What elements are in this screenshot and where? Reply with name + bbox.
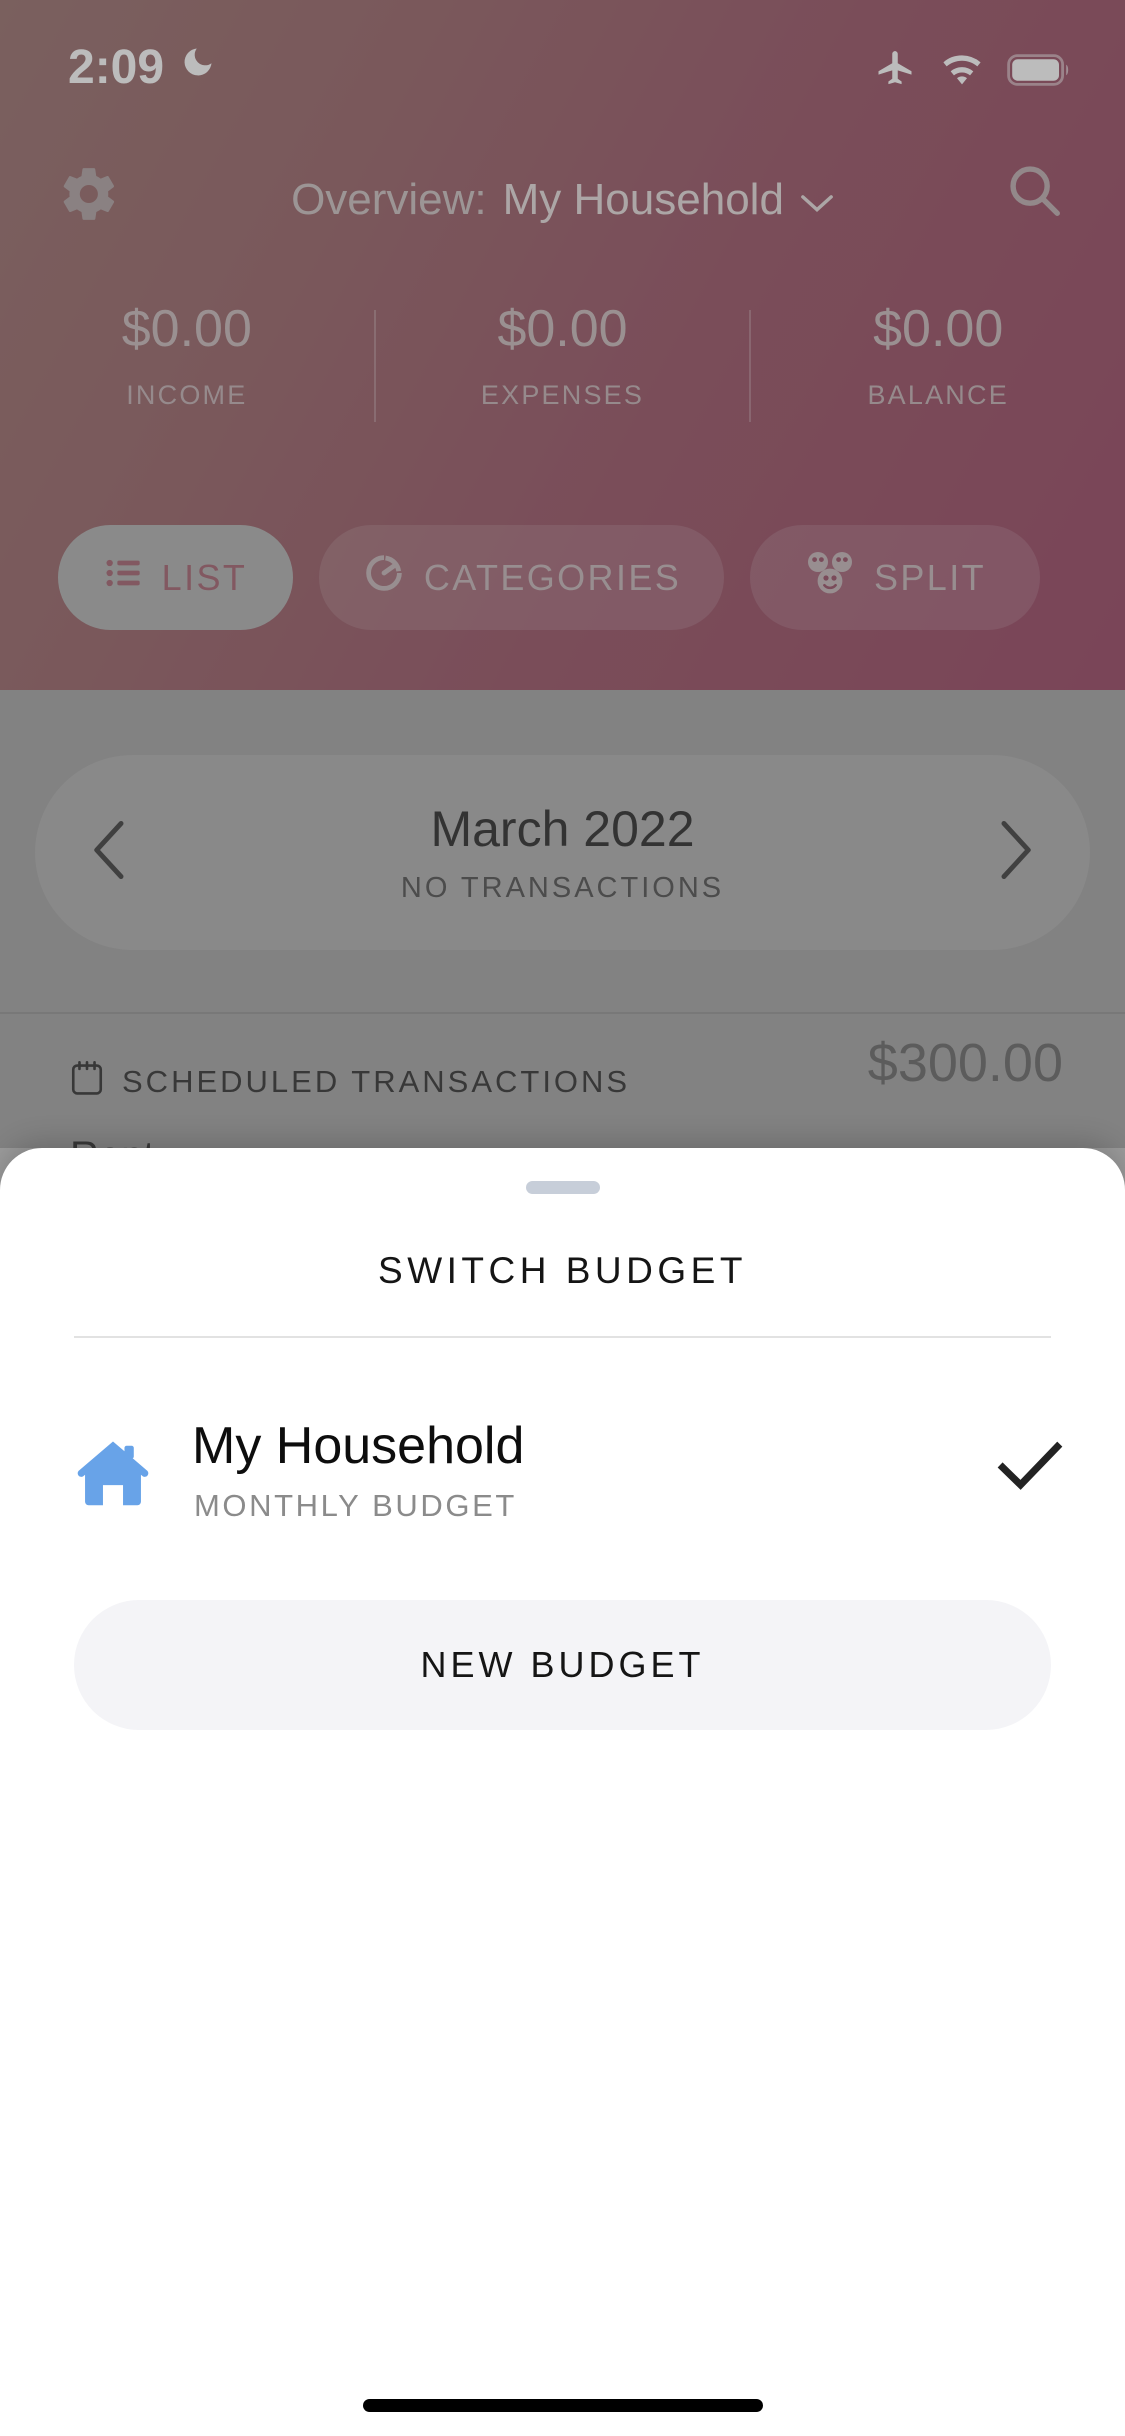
budget-list-item[interactable]: My Household MONTHLY BUDGET xyxy=(0,1398,1125,1548)
new-budget-button[interactable]: NEW BUDGET xyxy=(74,1600,1051,1730)
check-icon xyxy=(997,1440,1063,1497)
home-indicator xyxy=(362,2399,763,2412)
phone-screen: 2:09 Overview: My Household $0.00 INCOME… xyxy=(0,0,1125,2436)
sheet-divider xyxy=(74,1336,1051,1338)
switch-budget-sheet: SWITCH BUDGET My Household MONTHLY BUDGE… xyxy=(0,1148,1125,2436)
sheet-scrim[interactable] xyxy=(0,0,1125,1148)
budget-name: My Household xyxy=(192,1417,525,1475)
sheet-title: SWITCH BUDGET xyxy=(378,1250,747,1291)
budget-type: MONTHLY BUDGET xyxy=(194,1488,517,1523)
drag-handle[interactable] xyxy=(525,1181,600,1194)
house-icon xyxy=(70,1430,156,1521)
